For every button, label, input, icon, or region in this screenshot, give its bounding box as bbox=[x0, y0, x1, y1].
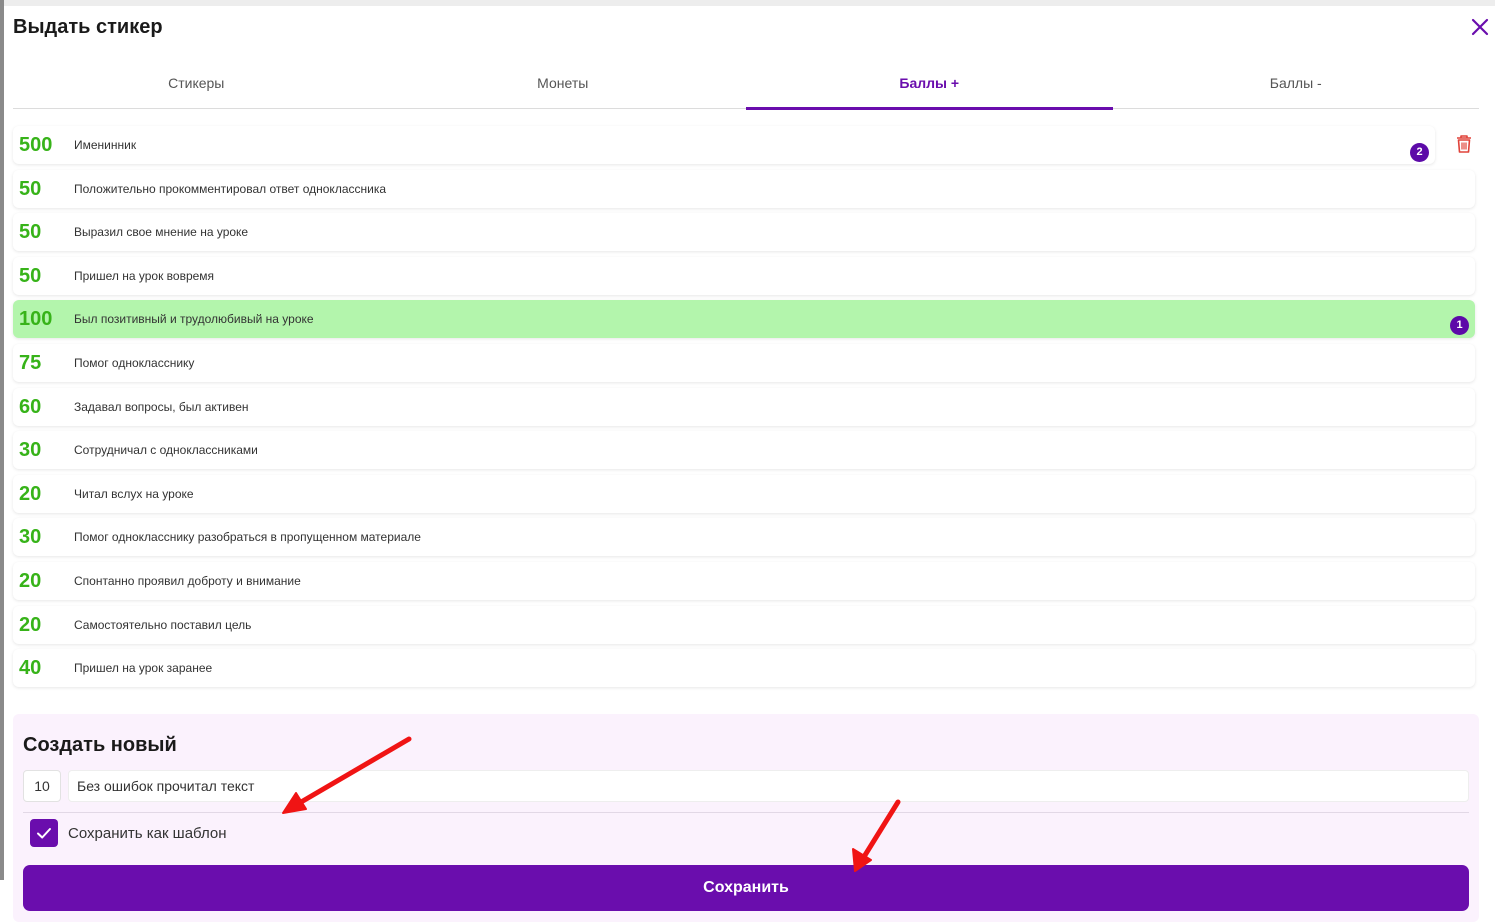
template-row[interactable]: 50 Положительно прокомментировал ответ о… bbox=[13, 169, 1475, 208]
template-row[interactable]: 20 Самостоятельно поставил цель bbox=[13, 605, 1475, 644]
template-text-input[interactable] bbox=[68, 770, 1469, 802]
template-points: 20 bbox=[19, 482, 42, 505]
tab-points-minus[interactable]: Баллы - bbox=[1113, 66, 1480, 108]
template-label: Задавал вопросы, был активен bbox=[74, 399, 249, 414]
count-badge: 2 bbox=[1410, 143, 1429, 162]
template-points: 30 bbox=[19, 439, 42, 462]
template-label: Сотрудничал с одноклассниками bbox=[74, 443, 258, 458]
template-points: 50 bbox=[19, 264, 42, 287]
template-row-selected[interactable]: 100 Был позитивный и трудолюбивый на уро… bbox=[13, 300, 1475, 339]
points-input[interactable] bbox=[23, 770, 61, 802]
template-points: 40 bbox=[19, 657, 42, 680]
template-points: 100 bbox=[19, 308, 53, 331]
template-row[interactable]: 30 Сотрудничал с одноклассниками bbox=[13, 431, 1475, 470]
tab-stickers[interactable]: Стикеры bbox=[13, 66, 380, 108]
template-row[interactable]: 40 Пришел на урок заранее bbox=[13, 649, 1475, 688]
template-points: 500 bbox=[19, 134, 53, 156]
template-row[interactable]: 20 Спонтанно проявил доброту и внимание bbox=[13, 561, 1475, 600]
template-label: Выразил свое мнение на уроке bbox=[74, 225, 249, 240]
template-row[interactable]: 30 Помог однокласснику разобраться в про… bbox=[13, 518, 1475, 557]
template-points: 50 bbox=[19, 221, 42, 244]
template-row[interactable]: 75 Помог однокласснику bbox=[13, 343, 1475, 382]
template-points: 20 bbox=[19, 569, 42, 592]
template-label: Пришел на урок заранее bbox=[74, 661, 213, 676]
save-button[interactable]: Сохранить bbox=[23, 865, 1469, 911]
create-new-panel: Создать новый Сохранить как шаблон Сохра… bbox=[13, 714, 1479, 922]
template-row[interactable]: 20 Читал вслух на уроке bbox=[13, 474, 1475, 513]
tab-coins[interactable]: Монеты bbox=[380, 66, 747, 108]
create-new-title: Создать новый bbox=[23, 734, 177, 756]
count-badge: 1 bbox=[1450, 316, 1469, 336]
template-points: 75 bbox=[19, 351, 42, 374]
close-button[interactable] bbox=[1469, 16, 1491, 38]
template-list: 500 Именинник 2 50 Положительно прокомме… bbox=[13, 126, 1475, 693]
trash-icon bbox=[1457, 135, 1471, 153]
template-label: Помог однокласснику разобраться в пропущ… bbox=[74, 530, 421, 545]
save-as-template-checkbox[interactable] bbox=[30, 819, 58, 847]
close-icon bbox=[1471, 18, 1489, 36]
divider bbox=[23, 812, 1469, 813]
template-points: 50 bbox=[19, 177, 42, 200]
dialog-title: Выдать стикер bbox=[13, 16, 163, 38]
issue-sticker-dialog: Выдать стикер Стикеры Монеты Баллы + Бал… bbox=[4, 6, 1495, 922]
tab-bar: Стикеры Монеты Баллы + Баллы - bbox=[13, 66, 1480, 110]
template-label: Именинник bbox=[74, 138, 137, 152]
delete-template-button[interactable] bbox=[1455, 134, 1473, 154]
template-row[interactable]: 50 Выразил свое мнение на уроке bbox=[13, 213, 1475, 252]
template-label: Помог однокласснику bbox=[74, 355, 195, 370]
template-row[interactable]: 60 Задавал вопросы, был активен bbox=[13, 387, 1475, 426]
template-points: 30 bbox=[19, 526, 42, 549]
template-label: Пришел на урок вовремя bbox=[74, 268, 215, 283]
save-as-template-label[interactable]: Сохранить как шаблон bbox=[68, 825, 227, 842]
template-points: 20 bbox=[19, 613, 42, 636]
template-row[interactable]: 50 Пришел на урок вовремя bbox=[13, 256, 1475, 295]
template-label: Спонтанно проявил доброту и внимание bbox=[74, 573, 301, 588]
template-label: Положительно прокомментировал ответ одно… bbox=[74, 181, 387, 196]
tab-points-plus[interactable]: Баллы + bbox=[746, 66, 1113, 110]
template-label: Читал вслух на уроке bbox=[74, 486, 194, 501]
checkmark-icon bbox=[37, 828, 51, 839]
template-label: Самостоятельно поставил цель bbox=[74, 617, 252, 632]
template-label: Был позитивный и трудолюбивый на уроке bbox=[74, 312, 314, 327]
template-points: 60 bbox=[19, 395, 42, 418]
template-row[interactable]: 500 Именинник 2 bbox=[13, 126, 1435, 164]
